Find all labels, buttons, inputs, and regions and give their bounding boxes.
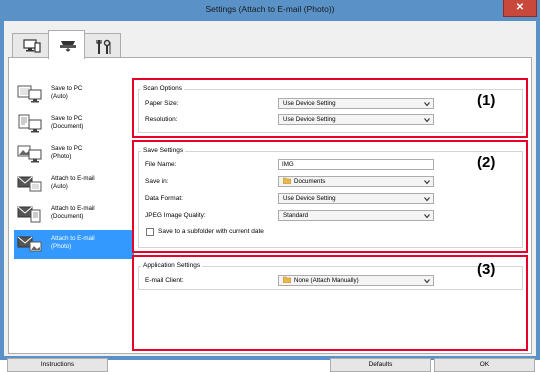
ok-button[interactable]: OK — [434, 358, 535, 372]
settings-panel: Save to PC (Auto) Save to PC (Document) Sa… — [8, 57, 532, 354]
close-button[interactable]: ✕ — [503, 0, 537, 17]
jpeg-quality-label: JPEG Image Quality: — [145, 212, 206, 219]
nav-label-line1: Save to PC — [51, 145, 83, 152]
paper-size-select[interactable]: Use Device Setting — [278, 98, 434, 109]
nav-label-line2: (Photo) — [51, 152, 72, 160]
resolution-select[interactable]: Use Device Setting — [278, 114, 434, 125]
nav-item-attach-email-auto[interactable]: Attach to E-mail (Auto) — [14, 170, 134, 199]
save-settings-title: Save Settings — [141, 147, 186, 154]
folder-icon — [283, 276, 291, 283]
data-format-value: Use Device Setting — [283, 195, 336, 202]
nav-label-line1: Attach to E-mail — [51, 235, 95, 242]
nav-item-save-to-pc-photo[interactable]: Save to PC (Photo) — [14, 140, 134, 169]
save-in-value: Documents — [294, 178, 326, 185]
scan-options-group: Scan Options Paper Size: Use Device Sett… — [138, 85, 523, 133]
nav-label-line1: Attach to E-mail — [51, 205, 95, 212]
attach-email-photo-icon — [17, 236, 42, 252]
nav-label-line2: (Auto) — [51, 92, 68, 100]
nav-label-line2: (Document) — [51, 122, 84, 130]
resolution-value: Use Device Setting — [283, 116, 336, 123]
nav-label-line1: Save to PC — [51, 85, 83, 92]
chevron-down-icon — [424, 118, 430, 123]
nav-item-attach-email-photo[interactable]: Attach to E-mail (Photo) — [14, 230, 134, 259]
jpeg-quality-value: Standard — [283, 212, 309, 219]
paper-size-value: Use Device Setting — [283, 100, 336, 107]
jpeg-quality-select[interactable]: Standard — [278, 210, 434, 221]
application-settings-title: Application Settings — [141, 262, 203, 269]
title-bar[interactable]: Settings (Attach to E-mail (Photo)) ✕ — [0, 0, 540, 20]
tab-scan-from-computer[interactable] — [12, 33, 49, 58]
tab-general-settings[interactable] — [84, 33, 121, 58]
chevron-down-icon — [424, 180, 430, 185]
email-client-select[interactable]: None (Attach Manually) — [278, 275, 434, 286]
chevron-down-icon — [424, 197, 430, 202]
scan-options-title: Scan Options — [141, 85, 185, 92]
chevron-down-icon — [424, 102, 430, 107]
file-name-input[interactable]: IMG — [278, 159, 434, 170]
settings-window: Settings (Attach to E-mail (Photo)) ✕ Sa… — [0, 0, 540, 372]
save-to-pc-photo-icon — [17, 145, 42, 163]
attach-email-auto-icon — [17, 176, 42, 192]
chevron-down-icon — [424, 214, 430, 219]
instructions-button[interactable]: Instructions — [7, 358, 108, 372]
paper-size-label: Paper Size: — [145, 100, 179, 107]
section-marker-1: (1) — [477, 92, 496, 109]
nav-item-attach-email-document[interactable]: Attach to E-mail (Document) — [14, 200, 134, 229]
save-in-label: Save in: — [145, 178, 169, 185]
scan-from-computer-icon — [23, 39, 41, 53]
nav-item-save-to-pc-auto[interactable]: Save to PC (Auto) — [14, 80, 134, 109]
file-name-label: File Name: — [145, 161, 177, 168]
data-format-label: Data Format: — [145, 195, 183, 202]
nav-label-line2: (Photo) — [51, 242, 72, 250]
email-client-label: E-mail Client: — [145, 277, 184, 284]
section-marker-2: (2) — [477, 154, 496, 171]
save-to-pc-auto-icon — [17, 85, 42, 103]
nav-label-line1: Save to PC — [51, 115, 83, 122]
general-settings-tools-icon — [96, 39, 111, 54]
defaults-button[interactable]: Defaults — [330, 358, 431, 372]
nav-label-line2: (Auto) — [51, 182, 68, 190]
section-marker-3: (3) — [477, 261, 496, 278]
chevron-down-icon — [424, 279, 430, 284]
tab-scan-from-panel[interactable] — [48, 30, 85, 59]
application-settings-group: Application Settings E-mail Client: None… — [138, 262, 523, 290]
subfolder-label: Save to a subfolder with current date — [158, 228, 264, 235]
nav-label-line2: (Document) — [51, 212, 84, 220]
close-icon: ✕ — [515, 2, 525, 13]
folder-icon — [283, 177, 291, 184]
attach-email-document-icon — [17, 206, 41, 223]
data-format-select[interactable]: Use Device Setting — [278, 193, 434, 204]
save-settings-group: Save Settings File Name: IMG Save in: Do… — [138, 147, 523, 248]
window-title: Settings (Attach to E-mail (Photo)) — [205, 4, 335, 14]
resolution-label: Resolution: — [145, 116, 178, 123]
save-to-pc-document-icon — [18, 114, 42, 133]
save-in-select[interactable]: Documents — [278, 176, 434, 187]
scan-from-panel-icon — [60, 41, 76, 52]
subfolder-checkbox[interactable] — [146, 228, 154, 236]
nav-label-line1: Attach to E-mail — [51, 175, 95, 182]
email-client-value: None (Attach Manually) — [294, 277, 359, 284]
dialog-client-area: Save to PC (Auto) Save to PC (Document) Sa… — [4, 21, 536, 372]
nav-item-save-to-pc-document[interactable]: Save to PC (Document) — [14, 110, 134, 139]
